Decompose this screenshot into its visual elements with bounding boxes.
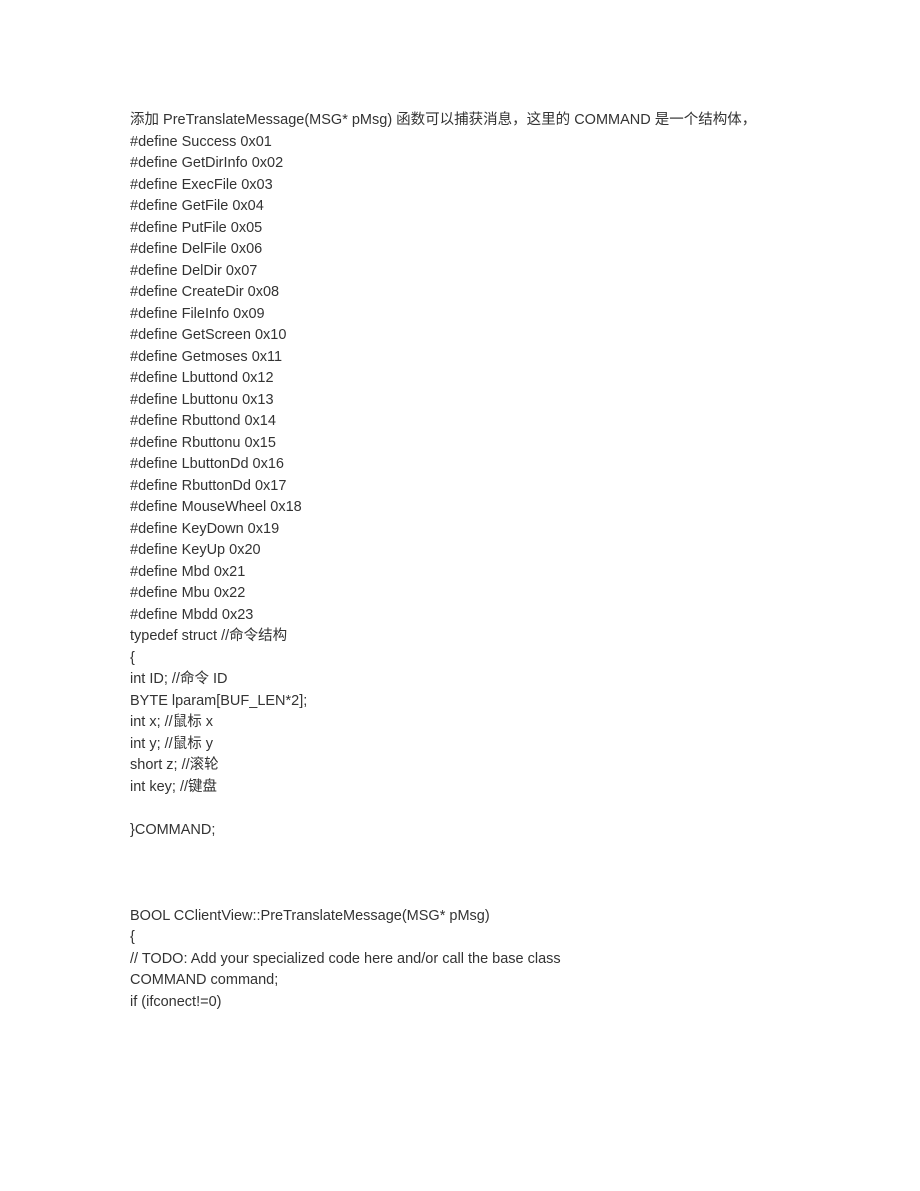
blank-line — [130, 841, 790, 863]
code-line: #define Mbd 0x21 — [130, 562, 790, 584]
code-line: #define DelFile 0x06 — [130, 239, 790, 261]
code-line: #define PutFile 0x05 — [130, 218, 790, 240]
code-line: #define KeyDown 0x19 — [130, 519, 790, 541]
code-line: int y; //鼠标 y — [130, 734, 790, 756]
code-line: int ID; //命令 ID — [130, 669, 790, 691]
code-line: #define Rbuttond 0x14 — [130, 411, 790, 433]
code-line: #define Getmoses 0x11 — [130, 347, 790, 369]
code-line: #define Lbuttonu 0x13 — [130, 390, 790, 412]
code-line: COMMAND command; — [130, 970, 790, 992]
code-line: #define Rbuttonu 0x15 — [130, 433, 790, 455]
code-line: int x; //鼠标 x — [130, 712, 790, 734]
code-line: #define CreateDir 0x08 — [130, 282, 790, 304]
code-line: #define Mbu 0x22 — [130, 583, 790, 605]
code-line: BYTE lparam[BUF_LEN*2]; — [130, 691, 790, 713]
blank-line — [130, 863, 790, 885]
document-page: 添加 PreTranslateMessage(MSG* pMsg) 函数可以捕获… — [0, 0, 920, 1073]
blank-line — [130, 798, 790, 820]
blank-line — [130, 884, 790, 906]
code-line: short z; //滚轮 — [130, 755, 790, 777]
code-line: BOOL CClientView::PreTranslateMessage(MS… — [130, 906, 790, 928]
code-line: 添加 PreTranslateMessage(MSG* pMsg) 函数可以捕获… — [130, 110, 790, 132]
document-content: 添加 PreTranslateMessage(MSG* pMsg) 函数可以捕获… — [130, 110, 790, 1013]
code-line: #define Success 0x01 — [130, 132, 790, 154]
code-line: // TODO: Add your specialized code here … — [130, 949, 790, 971]
code-line: #define Lbuttond 0x12 — [130, 368, 790, 390]
code-line: #define RbuttonDd 0x17 — [130, 476, 790, 498]
code-line: { — [130, 927, 790, 949]
code-line: #define LbuttonDd 0x16 — [130, 454, 790, 476]
code-line: if (ifconect!=0) — [130, 992, 790, 1014]
code-line: #define ExecFile 0x03 — [130, 175, 790, 197]
code-line: #define MouseWheel 0x18 — [130, 497, 790, 519]
code-line: #define Mbdd 0x23 — [130, 605, 790, 627]
code-line: { — [130, 648, 790, 670]
code-line: #define KeyUp 0x20 — [130, 540, 790, 562]
code-line: #define DelDir 0x07 — [130, 261, 790, 283]
code-line: #define FileInfo 0x09 — [130, 304, 790, 326]
code-line: }COMMAND; — [130, 820, 790, 842]
code-line: #define GetFile 0x04 — [130, 196, 790, 218]
code-line: #define GetDirInfo 0x02 — [130, 153, 790, 175]
code-line: typedef struct //命令结构 — [130, 626, 790, 648]
code-line: int key; //键盘 — [130, 777, 790, 799]
code-line: #define GetScreen 0x10 — [130, 325, 790, 347]
